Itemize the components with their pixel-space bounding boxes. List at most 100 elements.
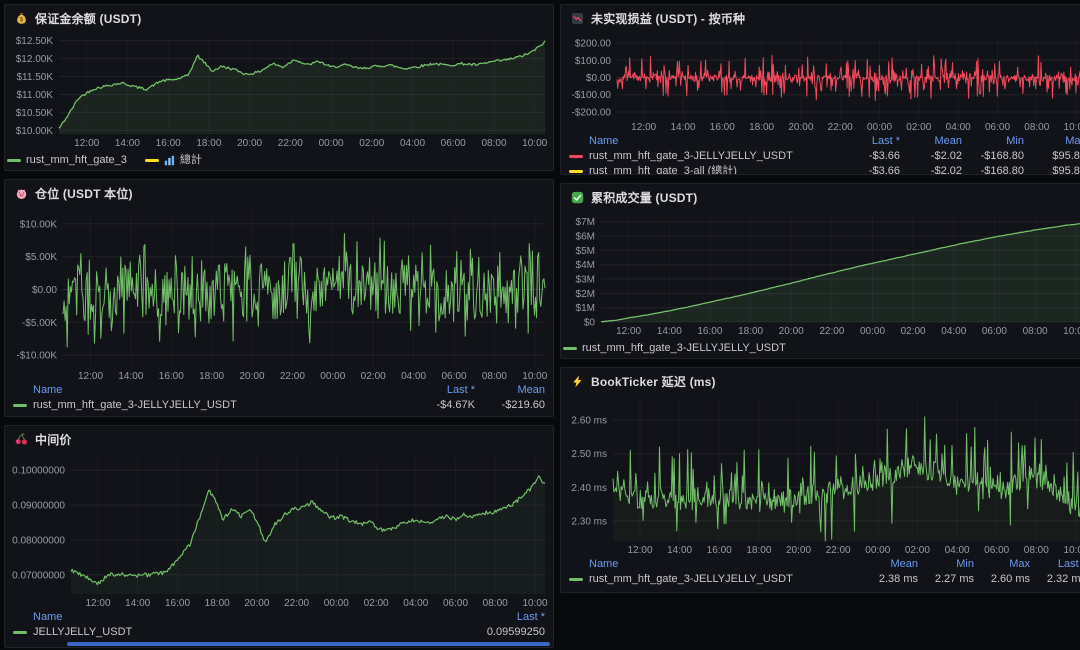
svg-text:12:00: 12:00 xyxy=(631,122,656,133)
cumulative-volume-legend: rust_mm_hft_gate_3-JELLYJELLY_USDT xyxy=(561,337,1080,358)
svg-text:04:00: 04:00 xyxy=(945,545,970,556)
legend-item[interactable]: rust_mm_hft_gate_3 xyxy=(7,153,127,168)
legend-col-header[interactable]: Last * xyxy=(838,134,900,149)
legend-row[interactable]: rust_mm_hft_gate_3-all (總計) -$3.66 -$2.02 -… xyxy=(569,164,1080,174)
panel-header-margin-balance[interactable]: $ 保证金余额 (USDT) xyxy=(5,5,553,31)
svg-text:$2M: $2M xyxy=(576,289,595,300)
svg-text:$0.00: $0.00 xyxy=(32,285,57,296)
legend-col-header[interactable]: Min xyxy=(962,134,1024,149)
svg-text:-$100.00: -$100.00 xyxy=(572,90,612,101)
svg-text:08:00: 08:00 xyxy=(1024,122,1049,133)
svg-text:$10.00K: $10.00K xyxy=(16,126,54,137)
svg-text:08:00: 08:00 xyxy=(482,371,507,382)
panel-header-cumulative-volume[interactable]: 累积成交量 (USDT) xyxy=(561,184,1080,210)
bookticker-latency-legend: NameMeanMinMaxLast *rust_mm_hft_gate_3-J… xyxy=(561,556,1080,592)
svg-text:$5.00K: $5.00K xyxy=(25,252,57,263)
legend-row[interactable]: rust_mm_hft_gate_3-JELLYJELLY_USDT 2.38 m… xyxy=(569,572,1080,587)
legend-col-header[interactable]: Last * xyxy=(1030,557,1080,572)
svg-text:18:00: 18:00 xyxy=(199,371,224,382)
legend-value: -$4.67K xyxy=(436,399,475,411)
panel-header-position[interactable]: 仓位 (USDT 本位) xyxy=(5,180,553,206)
svg-text:04:00: 04:00 xyxy=(403,598,428,609)
chart-svg: 2.60 ms 2.50 ms 2.40 ms 2.30 ms 12:00 14:00 16… xyxy=(571,400,1080,556)
svg-text:14:00: 14:00 xyxy=(670,122,695,133)
chart-svg: $12.50K $12.00K $11.50K $11.00K $10.50K $10.0… xyxy=(16,36,548,149)
legend-value: -$3.66 xyxy=(868,165,900,174)
series-color-dash xyxy=(13,631,27,634)
panel-position: 仓位 (USDT 本位) $10.00K $5.00K $0.00 -$5.00K -$… xyxy=(4,179,554,417)
legend-col-name[interactable]: Name xyxy=(13,610,457,625)
svg-text:$10.50K: $10.50K xyxy=(16,108,54,119)
margin-balance-legend: rust_mm_hft_gate_3 總計 xyxy=(5,149,553,170)
legend-value: $95.80 xyxy=(1052,150,1080,162)
svg-text:18:00: 18:00 xyxy=(738,326,763,337)
svg-text:14:00: 14:00 xyxy=(657,326,682,337)
svg-text:00:00: 00:00 xyxy=(860,326,885,337)
margin-balance-chart[interactable]: $12.50K $12.00K $11.50K $11.00K $10.50K $10.0… xyxy=(5,31,553,149)
legend-row[interactable]: rust_mm_hft_gate_3-JELLYJELLY_USDT -$4.67… xyxy=(13,398,545,413)
legend-col-header[interactable]: Max xyxy=(1024,134,1080,149)
legend-row[interactable]: rust_mm_hft_gate_3-JELLYJELLY_USDT -$3.66… xyxy=(569,149,1080,164)
legend-value: -$219.60 xyxy=(501,399,545,411)
svg-text:14:00: 14:00 xyxy=(125,598,150,609)
legend-row[interactable]: JELLYJELLY_USDT 0.09599250 xyxy=(13,625,545,640)
legend-value: 2.60 ms xyxy=(990,573,1030,585)
legend-label: rust_mm_hft_gate_3-JELLYJELLY_USDT xyxy=(582,341,786,354)
series-name: rust_mm_hft_gate_3-JELLYJELLY_USDT xyxy=(33,399,237,411)
panel-header-unrealized-pnl[interactable]: 未实现损益 (USDT) - 按币种 xyxy=(561,5,1080,31)
series-color-dash xyxy=(569,578,583,581)
legend-col-name[interactable]: Name xyxy=(569,557,862,572)
unrealized-pnl-chart[interactable]: $200.00 $100.00 $0.00 -$100.00 -$200.00 12:00… xyxy=(561,31,1080,133)
legend-col-header[interactable]: Mean xyxy=(900,134,962,149)
panel-unrealized-pnl: 未实现损益 (USDT) - 按币种 $200.00 $100.00 $0.00 -$… xyxy=(560,4,1080,175)
legend-col-name[interactable]: Name xyxy=(569,134,838,149)
series-name: rust_mm_hft_gate_3-all (總計) xyxy=(589,165,737,174)
svg-text:08:00: 08:00 xyxy=(481,138,506,149)
series-name: rust_mm_hft_gate_3-JELLYJELLY_USDT xyxy=(589,573,793,585)
legend-header-row: NameLast *MeanMinMax xyxy=(569,134,1080,149)
svg-text:04:00: 04:00 xyxy=(400,138,425,149)
horizontal-scrollbar[interactable] xyxy=(67,642,550,646)
legend-col-header[interactable]: Mean xyxy=(475,383,545,398)
legend-item[interactable]: 總計 xyxy=(144,153,202,168)
svg-text:-$5.00K: -$5.00K xyxy=(22,318,57,329)
legend-value: -$3.66 xyxy=(868,150,900,162)
legend-value: -$168.80 xyxy=(980,150,1024,162)
legend-col-header[interactable]: Last * xyxy=(405,383,475,398)
legend-col-header[interactable]: Max xyxy=(974,557,1030,572)
svg-text:02:00: 02:00 xyxy=(359,138,384,149)
position-chart[interactable]: $10.00K $5.00K $0.00 -$5.00K -$10.00K 12:00 14… xyxy=(5,206,553,382)
chart-svg: 0.10000000 0.09000000 0.08000000 0.07000000… xyxy=(12,458,548,609)
svg-text:16:00: 16:00 xyxy=(156,138,181,149)
legend-col-header[interactable]: Mean xyxy=(862,557,918,572)
legend-item[interactable]: rust_mm_hft_gate_3-JELLYJELLY_USDT xyxy=(563,341,786,356)
panel-header-mid-price[interactable]: 中间价 xyxy=(5,426,553,452)
check-icon xyxy=(571,190,585,204)
svg-text:22:00: 22:00 xyxy=(278,138,303,149)
svg-text:04:00: 04:00 xyxy=(941,326,966,337)
legend-col-header[interactable]: Last * xyxy=(457,610,545,625)
svg-text:$100.00: $100.00 xyxy=(575,56,612,67)
panel-cumulative-volume: 累积成交量 (USDT) $7M $6M $5M $4M $3M $2M $1M $0 12:0… xyxy=(560,183,1080,359)
svg-text:06:00: 06:00 xyxy=(982,326,1007,337)
svg-text:10:00: 10:00 xyxy=(522,138,547,149)
svg-text:04:00: 04:00 xyxy=(946,122,971,133)
panel-title: 累积成交量 (USDT) xyxy=(591,190,698,205)
legend-col-header[interactable]: Min xyxy=(918,557,974,572)
pnl-chart-icon xyxy=(571,11,585,25)
svg-text:$12.50K: $12.50K xyxy=(16,36,54,47)
cherries-icon xyxy=(15,432,29,446)
svg-text:16:00: 16:00 xyxy=(707,545,732,556)
legend-col-name[interactable]: Name xyxy=(13,383,405,398)
legend-value: $95.80 xyxy=(1052,165,1080,174)
svg-text:$5M: $5M xyxy=(576,246,595,257)
svg-text:06:00: 06:00 xyxy=(984,545,1009,556)
svg-text:12:00: 12:00 xyxy=(85,598,110,609)
cumulative-volume-chart[interactable]: $7M $6M $5M $4M $3M $2M $1M $0 12:00 14:00 16:00 18… xyxy=(561,210,1080,337)
mid-price-chart[interactable]: 0.10000000 0.09000000 0.08000000 0.07000000… xyxy=(5,452,553,609)
bookticker-latency-chart[interactable]: 2.60 ms 2.50 ms 2.40 ms 2.30 ms 12:00 14:00 16… xyxy=(561,394,1080,556)
svg-text:0.09000000: 0.09000000 xyxy=(12,501,65,512)
svg-text:10:00: 10:00 xyxy=(1063,326,1080,337)
svg-text:$12.00K: $12.00K xyxy=(16,54,54,65)
panel-header-bookticker-latency[interactable]: BookTicker 延迟 (ms) xyxy=(561,368,1080,394)
